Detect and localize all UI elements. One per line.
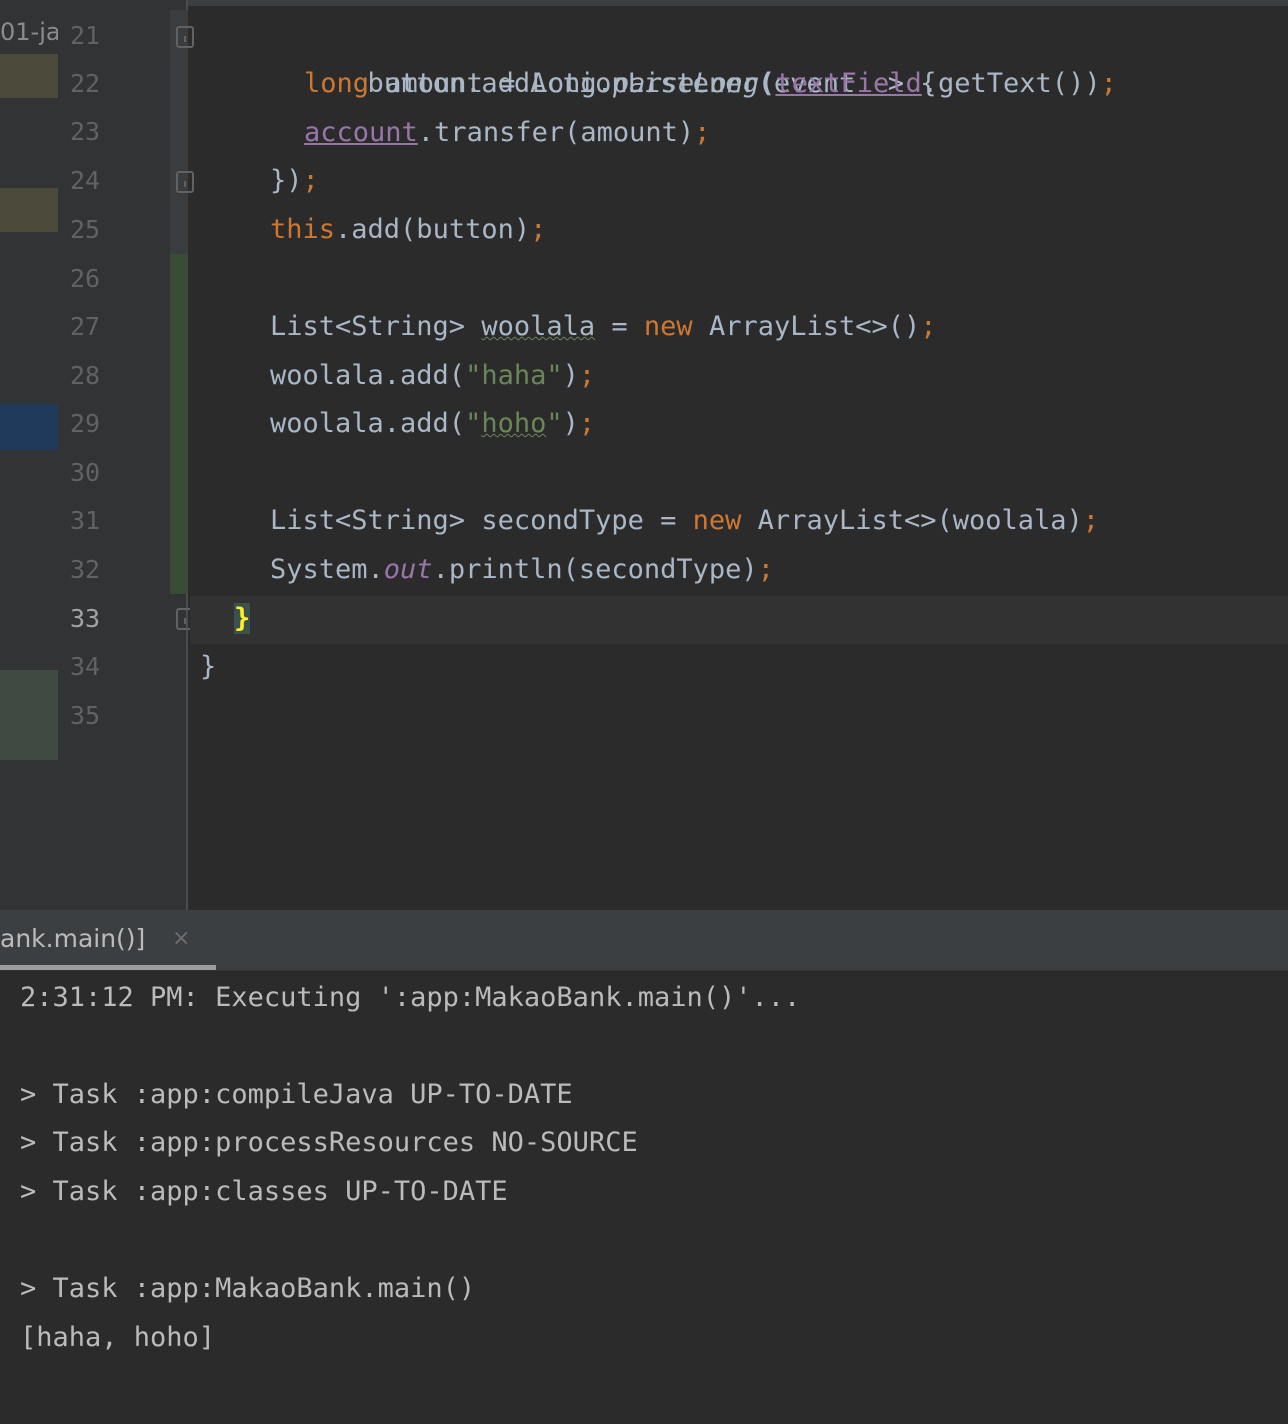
code-line-25[interactable]: this.add(button); xyxy=(270,206,546,254)
code-text: List<String> xyxy=(270,311,482,342)
static-field: out xyxy=(383,554,433,585)
code-text: }) xyxy=(270,165,303,196)
editor-top-border xyxy=(0,0,1288,6)
code-line-29[interactable]: woolala.add("hoho"); xyxy=(270,400,595,448)
code-line-22[interactable]: long amount = Long.parseLong(textField.g… xyxy=(304,60,1117,108)
keyword: this xyxy=(270,214,336,245)
line-number: 35 xyxy=(70,701,101,730)
code-text: woolala.add( xyxy=(270,408,466,439)
run-tool-window[interactable]: ank.main()] × 2:31:12 PM: Executing ':ap… xyxy=(0,910,1288,1424)
line-number: 22 xyxy=(70,69,101,98)
code-text: ) xyxy=(562,408,579,439)
code-text: ArrayList<>(woolala) xyxy=(741,505,1083,536)
code-line-23[interactable]: account.transfer(amount); xyxy=(304,109,710,157)
file-tab-fragment[interactable]: 01-ja xyxy=(0,18,61,46)
console-line: 2:31:12 PM: Executing ':app:MakaoBank.ma… xyxy=(20,982,801,1013)
semicolon: ; xyxy=(1100,68,1117,99)
console-line: > Task :app:processResources NO-SOURCE xyxy=(20,1127,638,1158)
console-line: > Task :app:compileJava UP-TO-DATE xyxy=(20,1079,573,1110)
semicolon: ; xyxy=(1082,505,1100,536)
change-marker xyxy=(0,670,58,760)
semicolon: ; xyxy=(694,117,711,148)
code-text: ( xyxy=(759,68,776,99)
semicolon: ; xyxy=(920,311,937,342)
field-reference: textField xyxy=(775,68,922,99)
semicolon: ; xyxy=(578,408,596,439)
run-tab-makaobank-main[interactable]: ank.main()] × xyxy=(0,910,216,970)
change-marker xyxy=(0,188,58,232)
code-text: ) xyxy=(562,360,579,391)
code-text: .println(secondType) xyxy=(432,554,758,585)
code-text: amount = Long. xyxy=(369,68,613,99)
code-line-33[interactable]: } xyxy=(234,595,251,643)
line-number: 24 xyxy=(70,166,101,195)
line-number: 32 xyxy=(70,555,101,584)
line-number: 28 xyxy=(70,361,101,390)
code-text: ArrayList<>() xyxy=(692,311,921,342)
code-line-34[interactable]: } xyxy=(200,643,216,691)
fold-toggle-icon[interactable] xyxy=(176,171,194,193)
string-literal: "haha" xyxy=(465,360,563,391)
keyword: new xyxy=(692,505,742,536)
code-text: .getText()) xyxy=(921,68,1101,99)
line-number: 25 xyxy=(70,215,101,244)
line-number: 34 xyxy=(70,652,101,681)
field-reference: account xyxy=(304,117,418,148)
run-tab-label: ank.main()] xyxy=(0,924,146,953)
change-marker xyxy=(0,54,58,98)
string-literal-typo: hoho xyxy=(481,408,547,439)
string-quote: " xyxy=(546,408,563,439)
project-sidebar-strip[interactable]: 01-ja xyxy=(0,0,61,910)
line-number: 31 xyxy=(70,506,101,535)
code-text: = xyxy=(595,311,644,342)
code-text: .add(button) xyxy=(335,214,531,245)
code-text: woolala.add( xyxy=(270,360,466,391)
code-editor[interactable]: 01-ja 21 22 23 24 25 26 27 28 29 30 31 3… xyxy=(0,0,1288,910)
semicolon: ; xyxy=(757,554,774,585)
semicolon: ; xyxy=(530,214,547,245)
close-icon[interactable]: × xyxy=(172,926,190,951)
vcs-added-bar[interactable] xyxy=(170,254,188,594)
code-line-21[interactable]: button.addActionListener(event -> { xyxy=(270,12,937,99)
console-line-result: [haha, hoho] xyxy=(20,1322,216,1353)
semicolon: ; xyxy=(578,360,596,391)
keyword: long xyxy=(304,68,370,99)
run-tab-bar: ank.main()] × xyxy=(0,910,1288,971)
semicolon: ; xyxy=(302,165,319,196)
code-text: .transfer(amount) xyxy=(417,117,695,148)
line-number: 30 xyxy=(70,458,101,487)
code-line-27[interactable]: List<String> woolala = new ArrayList<>()… xyxy=(270,303,937,351)
selection-marker xyxy=(0,404,58,450)
fold-toggle-icon[interactable] xyxy=(176,26,194,48)
static-method: parseLong xyxy=(612,68,760,99)
active-tab-indicator xyxy=(0,965,216,970)
line-number: 27 xyxy=(70,312,101,341)
code-text: List<String> secondType = xyxy=(270,505,693,536)
line-number: 29 xyxy=(70,409,101,438)
keyword: new xyxy=(643,311,693,342)
code-text: } xyxy=(200,651,217,682)
line-number: 23 xyxy=(70,117,101,146)
line-number-current: 33 xyxy=(70,604,101,633)
console-line: > Task :app:MakaoBank.main() xyxy=(20,1273,476,1304)
line-number: 26 xyxy=(70,264,101,293)
line-number: 21 xyxy=(70,21,101,50)
code-line-24[interactable]: }); xyxy=(270,157,319,205)
string-quote: " xyxy=(465,408,482,439)
current-line-highlight xyxy=(190,596,1288,644)
variable-warning: woolala xyxy=(481,311,596,342)
code-line-32[interactable]: System.out.println(secondType); xyxy=(270,546,774,594)
console-line: > Task :app:classes UP-TO-DATE xyxy=(20,1176,508,1207)
code-text: System. xyxy=(270,554,384,585)
code-line-31[interactable]: List<String> secondType = new ArrayList<… xyxy=(270,497,1099,545)
matched-brace: } xyxy=(234,603,251,634)
code-line-28[interactable]: woolala.add("haha"); xyxy=(270,352,595,400)
